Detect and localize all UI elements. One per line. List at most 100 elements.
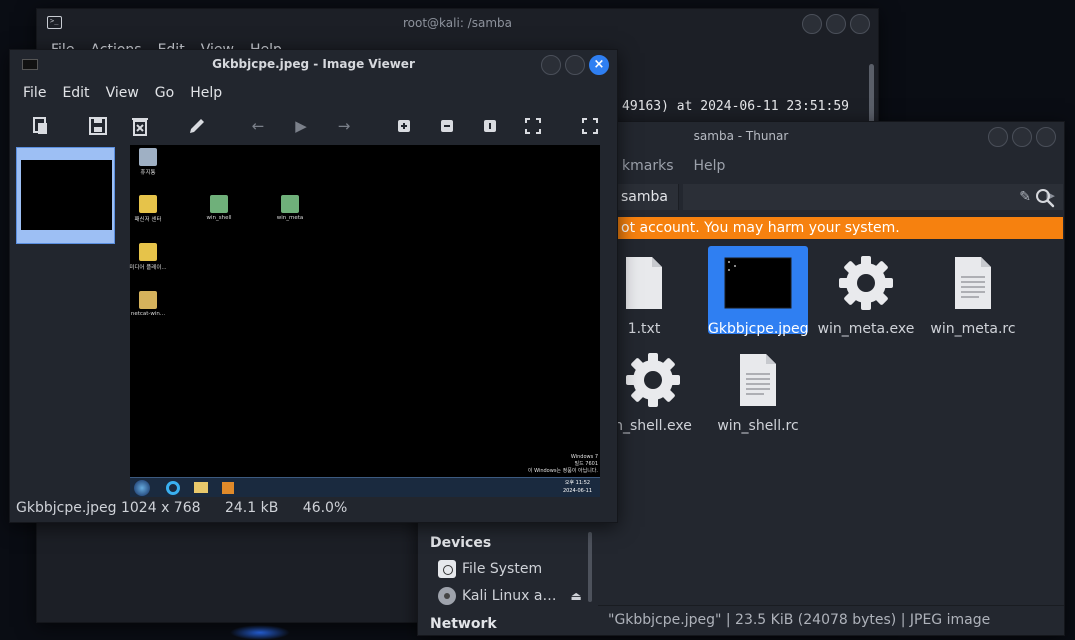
maximize-button[interactable] (565, 55, 585, 75)
viewer-toolbar: ← ▶ → (10, 110, 617, 142)
minimize-button[interactable] (802, 14, 822, 34)
fullscreen-icon[interactable] (579, 115, 601, 137)
menu-view[interactable]: View (106, 85, 139, 101)
thumbnail-selected[interactable] (16, 147, 115, 244)
zip-folder-icon (139, 291, 157, 309)
zoom-in-icon[interactable] (393, 115, 415, 137)
close-button[interactable] (850, 14, 870, 34)
file-label: win_meta.rc (930, 321, 1016, 337)
minimize-button[interactable] (988, 127, 1008, 147)
status-filesize: 24.1 kB (224, 500, 279, 516)
terminal-scrollbar[interactable] (869, 64, 874, 124)
document-file-icon (955, 257, 991, 309)
search-icon[interactable] (1034, 187, 1056, 209)
thunar-menubar: kmarks Help (622, 158, 725, 174)
thumbnail-bar (15, 146, 115, 498)
edit-pencil-icon[interactable] (186, 115, 208, 137)
desktop-icon-label: 휴지통 (140, 170, 156, 176)
sidebar-item-file-system[interactable]: File System (438, 560, 542, 578)
file-label: win_meta.exe (817, 321, 915, 337)
terminal-title: root@kali: /samba (403, 16, 512, 30)
breadcrumb-samba[interactable]: samba (613, 184, 679, 210)
watermark-line: Windows 7 (570, 454, 598, 460)
zoom-original-icon[interactable] (479, 115, 501, 137)
desktop-icon: win_meta (270, 195, 310, 221)
side-pane-scrollbar[interactable] (588, 532, 592, 602)
file-item-selected[interactable]: Gkbbjcpe.jpeg (708, 246, 809, 337)
image-viewer-window[interactable]: Gkbbjcpe.jpeg - Image Viewer × File Edit… (9, 49, 618, 523)
desktop-icon: win_shell (199, 195, 239, 221)
pencil-icon[interactable]: ✎ (1019, 189, 1031, 205)
watermark-line: 이 Windows는 정품이 아닙니다. (527, 468, 598, 474)
minimize-button[interactable] (541, 55, 561, 75)
desktop-icon-label: 패신저 센터 (134, 217, 162, 223)
path-field[interactable]: ✎ ▶ (682, 184, 1063, 210)
file-label: win_shell.rc (717, 418, 799, 434)
executable-icon (281, 195, 299, 213)
image-canvas[interactable]: 휴지통 패신저 센터 win_shell win_meta 미디어 플레이...… (128, 145, 600, 497)
clock-date: 2024-06-11 (562, 488, 592, 494)
status-filename-dims: Gkbbjcpe.jpeg 1024 x 768 (16, 500, 201, 516)
start-orb-icon (134, 480, 150, 496)
root-warning-banner: ot account. You may harm your system. (613, 217, 1063, 239)
viewer-title: Gkbbjcpe.jpeg - Image Viewer (212, 57, 415, 71)
media-player-icon (139, 243, 157, 261)
file-item[interactable]: win_meta.exe (816, 249, 916, 339)
zoom-out-icon[interactable] (436, 115, 458, 137)
thunar-statusbar: "Gkbbjcpe.jpeg" | 23.5 KiB (24078 bytes)… (598, 605, 1064, 633)
open-file-icon[interactable] (29, 115, 51, 137)
menu-go[interactable]: Go (155, 85, 174, 101)
forward-arrow-icon[interactable]: → (333, 115, 355, 137)
folder-icon (139, 195, 157, 213)
save-icon[interactable] (87, 115, 109, 137)
sidebar-item-label: Kali Linux a… (462, 588, 557, 604)
executable-icon (210, 195, 228, 213)
play-icon[interactable]: ▶ (290, 115, 312, 137)
ie-icon (166, 481, 180, 495)
terminal-titlebar[interactable]: >_ root@kali: /samba (37, 9, 878, 39)
back-arrow-icon[interactable]: ← (247, 115, 269, 137)
maximize-button[interactable] (1012, 127, 1032, 147)
media-icon (222, 482, 234, 494)
file-label: n_shell.exe (614, 418, 692, 434)
menu-bookmarks[interactable]: kmarks (622, 158, 673, 174)
optical-disc-icon (438, 587, 456, 605)
desktop-icon-label: 미디어 플레이... (129, 265, 167, 271)
executable-gear-icon (626, 353, 680, 407)
viewer-menubar: File Edit View Go Help (23, 85, 222, 101)
maximize-button[interactable] (826, 14, 846, 34)
close-button[interactable]: × (589, 55, 609, 75)
executable-gear-icon (839, 256, 893, 310)
watermark-line: 빌드 7601 (574, 461, 598, 467)
close-button[interactable] (1036, 127, 1056, 147)
delete-icon[interactable] (129, 115, 151, 137)
taskbar-clock: 오후 11:52 2024-06-11 (563, 479, 592, 495)
menu-file[interactable]: File (23, 85, 46, 101)
file-label: Gkbbjcpe.jpeg (708, 321, 809, 337)
zoom-fit-icon[interactable] (522, 115, 544, 137)
menu-edit[interactable]: Edit (62, 85, 89, 101)
network-header: Network (430, 616, 497, 632)
viewer-statusbar: Gkbbjcpe.jpeg 1024 x 768 24.1 kB 46.0% (16, 500, 367, 516)
desktop-icon-label: win_shell (206, 215, 232, 221)
clock-time: 오후 11:52 (564, 480, 591, 486)
file-item[interactable]: win_meta.rc (923, 249, 1023, 339)
thumbnail-image (21, 160, 112, 230)
file-item[interactable]: win_shell.rc (708, 346, 808, 436)
windows-watermark: Windows 7 빌드 7601 이 Windows는 정품이 아닙니다. (528, 454, 598, 475)
location-bar: samba ✎ ▶ (613, 184, 1063, 210)
menu-help[interactable]: Help (693, 158, 725, 174)
viewer-titlebar[interactable]: Gkbbjcpe.jpeg - Image Viewer × (10, 50, 617, 80)
desktop-icon: 미디어 플레이... (128, 243, 168, 271)
explorer-icon (194, 482, 208, 493)
image-file-icon (724, 257, 792, 309)
devices-header: Devices (430, 535, 492, 551)
eject-icon[interactable]: ⏏ (571, 589, 582, 603)
recycle-bin-icon (139, 148, 157, 166)
sidebar-item-label: File System (462, 561, 543, 577)
file-item[interactable]: n_shell.exe (603, 346, 703, 436)
menu-help[interactable]: Help (190, 85, 222, 101)
desktop-icon-label: win_meta (276, 215, 304, 221)
desktop-icon: 휴지통 (128, 148, 168, 176)
sidebar-item-kali-linux[interactable]: Kali Linux a… ⏏ (438, 587, 582, 605)
